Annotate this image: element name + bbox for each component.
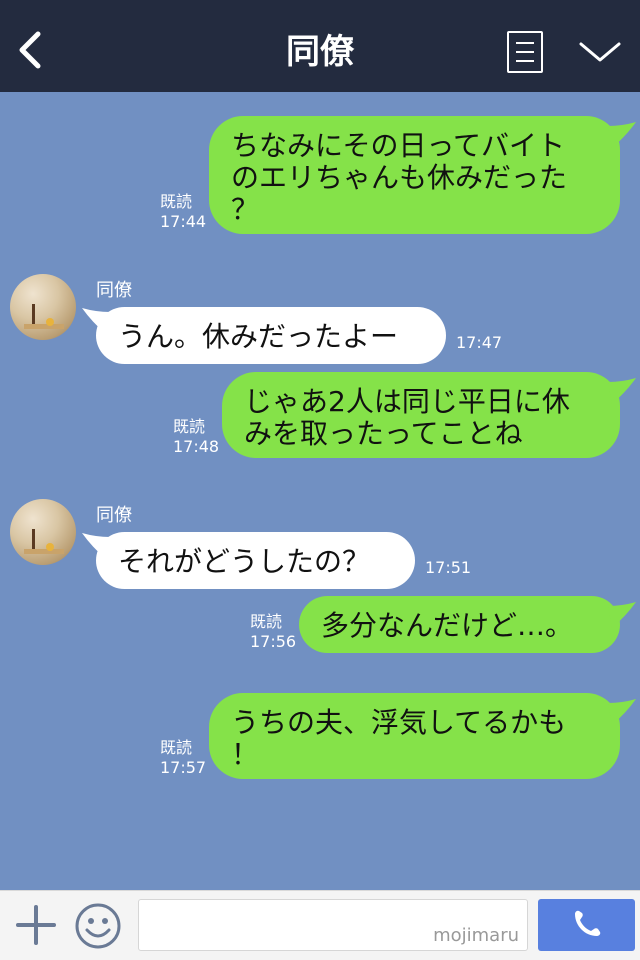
sender-name: 同僚 bbox=[96, 505, 132, 526]
outgoing-bubble: じゃあ2人は同じ平日に休 みを取ったってことね bbox=[222, 372, 620, 458]
call-button[interactable] bbox=[538, 899, 635, 951]
bubble-tail bbox=[608, 699, 636, 725]
incoming-bubble: うん。休みだったよー bbox=[96, 307, 446, 364]
chat-title: 同僚 bbox=[286, 32, 354, 72]
outgoing-bubble: 多分なんだけど…。 bbox=[299, 596, 620, 653]
notes-icon[interactable] bbox=[507, 31, 543, 73]
message-meta: 既読 17:57 bbox=[160, 738, 206, 778]
avatar[interactable] bbox=[10, 499, 76, 565]
read-receipt: 既読 bbox=[160, 738, 193, 757]
message-time: 17:51 bbox=[425, 558, 472, 577]
message-time: 17:47 bbox=[456, 333, 503, 352]
message-time: 17:56 bbox=[250, 632, 297, 651]
read-receipt: 既読 bbox=[250, 612, 283, 631]
chevron-down-icon[interactable] bbox=[578, 36, 622, 66]
message-meta: 既読 17:44 bbox=[160, 192, 206, 232]
message-meta: 既読 17:48 bbox=[173, 417, 219, 457]
outgoing-bubble: ちなみにその日ってバイト のエリちゃんも休みだった ？ bbox=[209, 116, 620, 234]
message-list[interactable]: 既読 17:44 ちなみにその日ってバイト のエリちゃんも休みだった ？ 同僚 … bbox=[0, 92, 640, 890]
outgoing-bubble: うちの夫、浮気してるかも ！ bbox=[209, 693, 620, 779]
plus-icon[interactable] bbox=[14, 903, 58, 947]
message-meta: 既読 17:56 bbox=[250, 612, 296, 652]
sender-name: 同僚 bbox=[96, 280, 132, 301]
read-receipt: 既読 bbox=[160, 192, 193, 211]
message-time: 17:57 bbox=[160, 758, 207, 777]
incoming-bubble: それがどうしたの？ bbox=[96, 532, 415, 589]
bubble-tail bbox=[608, 122, 636, 148]
phone-icon bbox=[575, 910, 601, 936]
message-input[interactable]: mojimaru bbox=[138, 899, 528, 951]
watermark: mojimaru bbox=[433, 925, 519, 946]
chat-header: 同僚 bbox=[0, 0, 640, 92]
message-time: 17:44 bbox=[160, 212, 207, 231]
bubble-tail bbox=[608, 602, 636, 628]
bubble-tail bbox=[608, 378, 636, 404]
composer-bar: mojimaru bbox=[0, 890, 640, 960]
avatar[interactable] bbox=[10, 274, 76, 340]
read-receipt: 既読 bbox=[173, 417, 206, 436]
message-time: 17:48 bbox=[173, 437, 220, 456]
smile-icon[interactable] bbox=[74, 902, 122, 950]
